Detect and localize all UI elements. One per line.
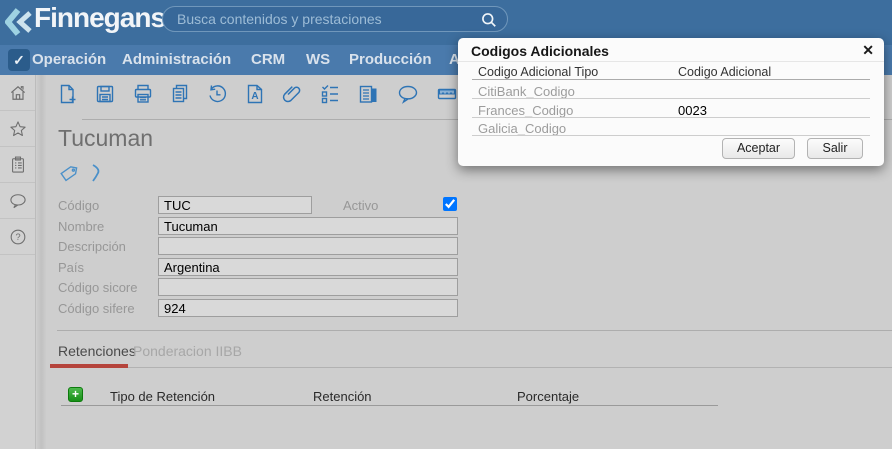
modal-row-frances-codigo[interactable]: 0023 [678,103,707,118]
new-document-button[interactable] [56,82,80,106]
report-button[interactable] [356,82,380,106]
add-retencion-button[interactable]: + [68,387,83,402]
sidebar-item-tasks[interactable] [0,147,35,183]
close-icon[interactable]: ✕ [862,42,874,59]
modal-row-galicia-tipo: Galicia_Codigo [478,121,567,136]
modal-row-divider [472,135,870,136]
table-header-divider [61,405,718,406]
field-label-codigo-sicore: Código sicore [58,280,138,295]
comment-button[interactable] [396,82,420,106]
field-label-codigo: Código [58,198,100,213]
codigo-sicore-input[interactable] [158,278,458,296]
sidebar-item-help[interactable]: ? [0,219,35,255]
plus-icon: + [71,387,79,401]
activo-label: Activo [343,198,379,213]
vertical-scrollbar[interactable] [37,75,47,449]
codigos-adicionales-dialog: Codigos Adicionales ✕ Codigo Adicional T… [458,38,884,166]
modal-row-frances-tipo: Frances_Codigo [478,102,574,118]
column-header-porcentaje: Porcentaje [517,389,580,404]
page-title: Tucuman [58,125,154,151]
checklist-button[interactable] [318,82,342,106]
help-icon: ? [8,227,28,247]
tab-ponderacion-iibb[interactable]: Ponderacion IIBB [133,343,242,359]
svg-text:A: A [251,91,258,102]
sidebar-item-home[interactable] [0,75,35,111]
nav-item-administracion[interactable]: Administración [122,51,231,68]
activo-checkbox[interactable] [443,197,457,211]
field-label-pais: País [58,260,85,275]
sidebar-item-messages[interactable] [0,183,35,219]
nav-item-operacion[interactable]: Operación [32,51,106,68]
clipboard-icon [8,155,28,175]
nav-item-crm[interactable]: CRM [251,51,285,68]
font-button[interactable]: A [243,82,267,106]
field-label-codigo-sifere: Código sifere [58,301,135,316]
tag-icon[interactable] [58,163,80,185]
tabs-divider [57,367,892,368]
modal-header-divider [472,79,870,80]
home-icon [8,83,28,103]
star-icon [8,119,28,139]
print-button[interactable] [131,82,155,106]
search-icon[interactable] [479,10,499,30]
history-button[interactable] [205,82,229,106]
salir-button[interactable]: Salir [807,138,863,159]
finnegans-logo-icon [5,7,33,37]
chat-bubble-icon [8,191,28,211]
search-bar [162,6,508,32]
dialog-title-divider [458,61,884,62]
modal-row-citibank-tipo: CitiBank_Codigo [478,84,575,99]
aceptar-button[interactable]: Aceptar [722,138,795,159]
column-header-tipo-retencion: Tipo de Retención [110,389,216,404]
save-button[interactable] [93,82,117,106]
modal-column-tipo: Codigo Adicional Tipo [478,65,599,79]
copy-button[interactable] [168,82,192,106]
attachment-button[interactable] [280,82,304,106]
ruler-button[interactable] [435,82,459,106]
nav-item-ws[interactable]: WS [306,51,330,68]
chevron-right-icon[interactable] [88,161,106,185]
svg-text:?: ? [15,232,20,242]
sidebar-item-favorites[interactable] [0,111,35,147]
field-label-descripcion: Descripción [58,239,126,254]
menu-checkbox-icon[interactable]: ✓ [8,49,30,71]
field-label-nombre: Nombre [58,219,105,234]
modal-row-divider [472,116,870,118]
active-tab-underline [50,364,128,368]
codigo-sifere-input[interactable] [158,299,458,317]
descripcion-input[interactable] [158,237,458,255]
modal-row-divider [472,98,870,99]
pais-input[interactable] [158,258,458,276]
nav-item-produccion[interactable]: Producción [349,51,432,68]
modal-column-codigo: Codigo Adicional [678,65,772,79]
tab-retenciones[interactable]: Retenciones [58,343,136,359]
column-header-retencion: Retención [313,389,372,404]
logo-text: Finnegans [34,2,166,33]
section-divider [57,330,892,331]
left-sidebar: ? [0,75,36,449]
codigo-input[interactable] [158,196,312,214]
dialog-title: Codigos Adicionales [471,43,609,59]
nombre-input[interactable] [158,217,458,235]
search-input[interactable] [163,7,507,31]
